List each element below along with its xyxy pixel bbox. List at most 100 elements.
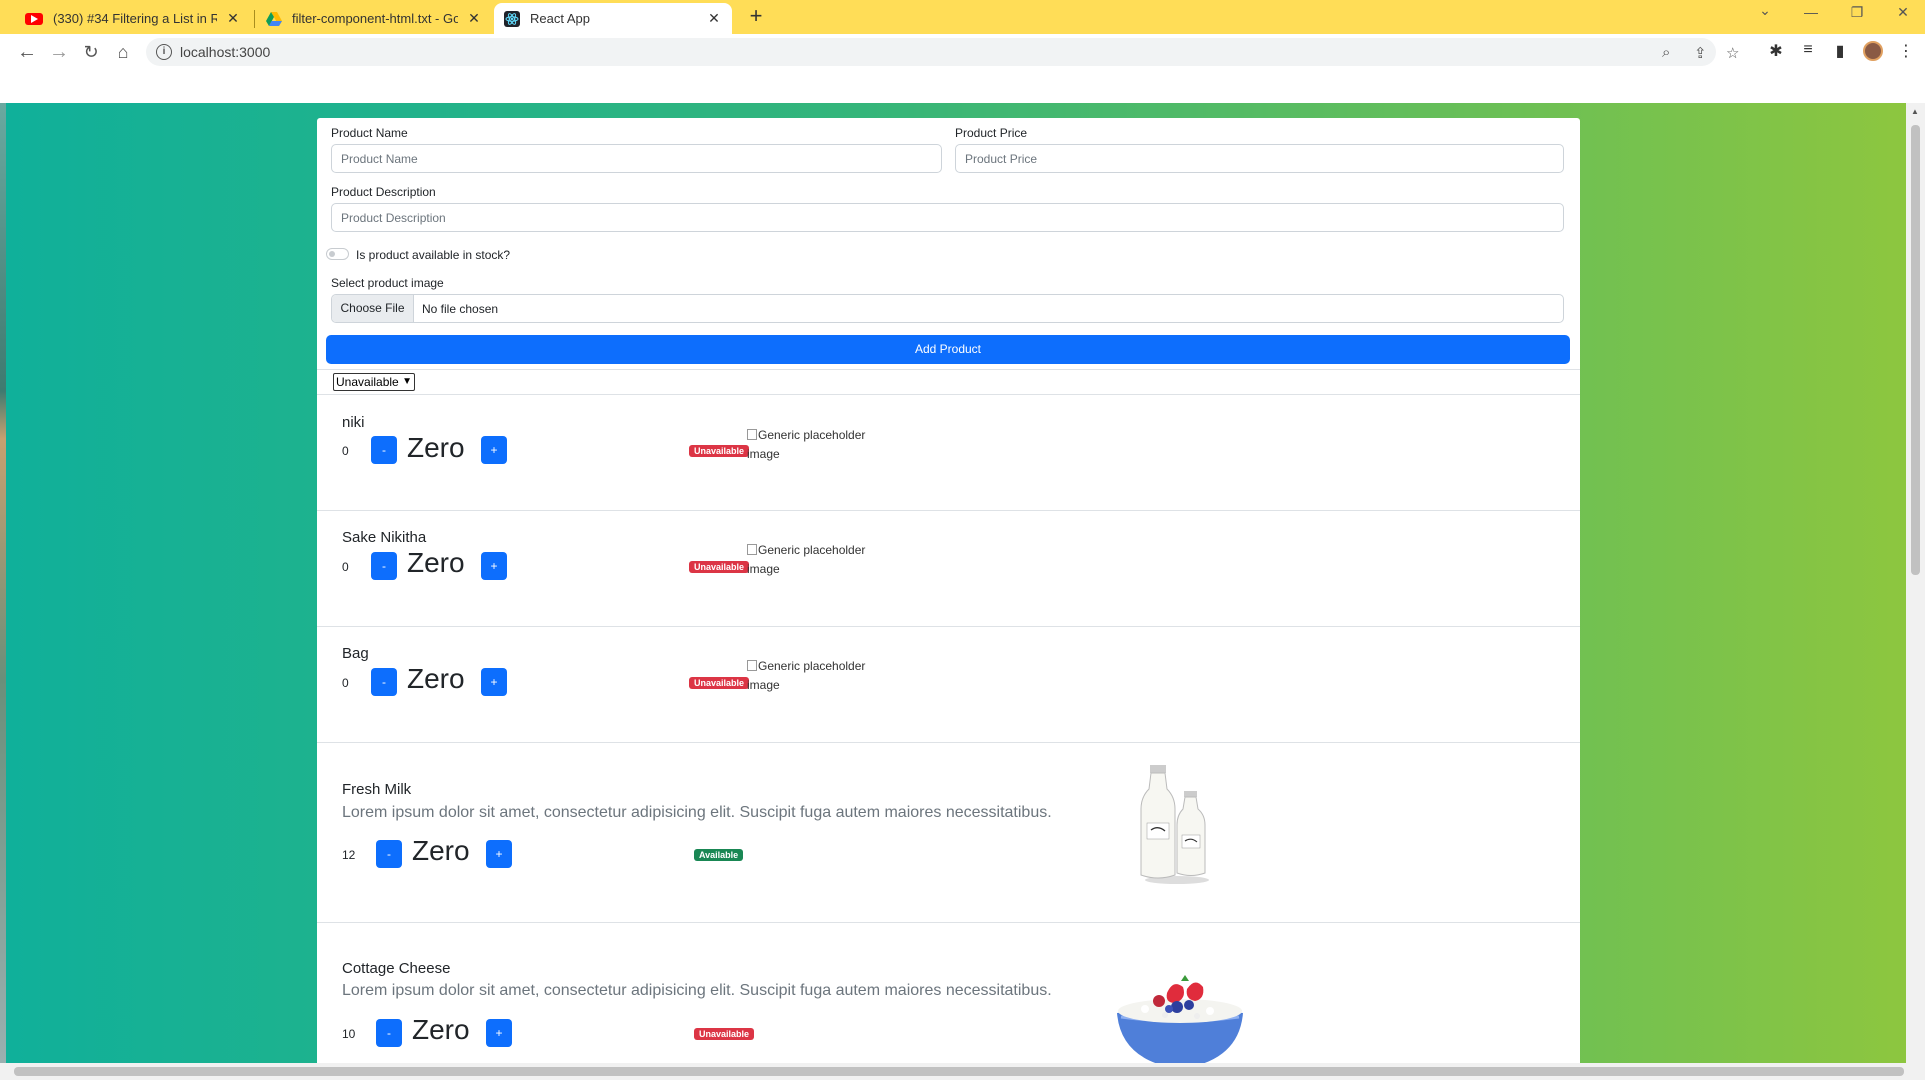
status-badge: Unavailable [694,1028,755,1040]
decrement-button[interactable]: - [376,1019,402,1047]
cottage-cheese-bowl-image [1117,975,1243,1068]
broken-image-icon [747,660,757,671]
restore-button[interactable]: ❐ [1834,4,1880,21]
browser-tab-drive[interactable]: filter-component-html.txt - Goo ✕ [256,3,492,34]
filter-selected-value: Unavailable [336,375,399,389]
product-name: Cottage Cheese [342,960,451,977]
horizontal-scroll-thumb[interactable] [14,1067,1904,1076]
product-image-file-input[interactable]: Choose File No file chosen [331,294,1564,323]
decrement-button[interactable]: - [371,668,397,696]
increment-button[interactable]: + [481,552,507,580]
product-list-item: Fresh Milk Lorem ipsum dolor sit amet, c… [317,743,1580,922]
tab-search-icon[interactable]: ⌄ [1742,2,1788,19]
product-image-placeholder: Generic placeholder image [747,657,867,695]
product-image-placeholder: Generic placeholder image [747,541,867,579]
tab-divider [254,10,255,28]
product-description-placeholder: Product Description [341,211,446,225]
browser-tab-youtube[interactable]: (330) #34 Filtering a List in React | ✕ [15,3,251,34]
decrement-button[interactable]: - [371,436,397,464]
decrement-button[interactable]: - [371,552,397,580]
extensions-icon[interactable]: ✱ [1765,41,1787,61]
product-list-item: Cottage Cheese Lorem ipsum dolor sit ame… [317,923,1580,1068]
reload-button[interactable]: ↻ [79,40,103,64]
product-name: Fresh Milk [342,781,412,798]
count-text: Zero [412,835,470,866]
zoom-icon[interactable]: ⌕ [1662,44,1670,61]
image-alt-text: Generic placeholder image [747,543,866,576]
side-panel-icon[interactable]: ▮ [1829,41,1851,61]
image-alt-text: Generic placeholder image [747,428,866,461]
broken-image-icon [747,429,757,440]
media-control-icon[interactable]: ≡ [1797,41,1819,59]
chevron-down-icon: ▼ [402,376,412,387]
product-name: niki [342,414,365,431]
milk-bottles-image [1140,765,1209,884]
close-tab-icon[interactable]: ✕ [466,10,482,27]
product-price-label: Product Price [955,126,1028,140]
vertical-scrollbar[interactable]: ▲ [1906,103,1925,1063]
product-description: Lorem ipsum dolor sit amet, consectetur … [342,982,1052,999]
status-badge: Unavailable [689,445,750,457]
status-badge: Unavailable [689,677,750,689]
product-card: Product Name Product Name Product Price … [317,118,1580,1068]
product-name-input[interactable]: Product Name [331,144,942,173]
product-name-label: Product Name [331,126,408,140]
add-product-button[interactable]: Add Product [326,335,1570,364]
new-tab-button[interactable]: + [745,5,767,28]
product-quantity: 0 [342,676,349,690]
product-name: Sake Nikitha [342,529,427,546]
share-icon[interactable]: ⇪ [1694,44,1707,62]
home-icon[interactable]: ⌂ [111,40,135,64]
product-description-label: Product Description [331,185,436,199]
choose-file-button[interactable]: Choose File [332,295,414,322]
tab-label: (330) #34 Filtering a List in React | [53,11,217,26]
browser-tab-bar: (330) #34 Filtering a List in React | ✕ … [0,0,1925,34]
scroll-up-icon[interactable]: ▲ [1911,107,1919,116]
product-price-input[interactable]: Product Price [955,144,1564,173]
close-window-button[interactable]: ✕ [1880,4,1925,21]
product-name-placeholder: Product Name [341,152,418,166]
site-info-icon[interactable]: i [156,44,172,60]
product-quantity: 0 [342,444,349,458]
increment-button[interactable]: + [481,436,507,464]
switch-knob [329,251,335,257]
tab-label: filter-component-html.txt - Goo [292,11,458,26]
product-quantity: 12 [342,848,356,862]
broken-image-icon [747,544,757,555]
product-name: Bag [342,645,369,662]
product-price-placeholder: Product Price [965,152,1038,166]
menu-kebab-icon[interactable]: ⋮ [1895,41,1917,61]
horizontal-scrollbar[interactable] [0,1063,1925,1080]
stock-toggle-switch[interactable] [326,248,349,260]
bookmark-star-icon[interactable]: ☆ [1726,44,1739,62]
youtube-icon [25,12,43,25]
product-image-label: Select product image [331,276,444,290]
google-drive-icon [266,11,282,27]
profile-avatar[interactable] [1863,41,1883,61]
count-text: Zero [407,547,465,578]
vertical-scroll-thumb[interactable] [1911,125,1920,575]
browser-tab-react-app[interactable]: React App ✕ [494,3,732,34]
product-list-item: Sake Nikitha 0 - Zero + Unavailable Gene… [317,511,1580,626]
tab-label: React App [530,11,590,26]
increment-button[interactable]: + [486,1019,512,1047]
increment-button[interactable]: + [481,668,507,696]
product-description-input[interactable]: Product Description [331,203,1564,232]
address-bar[interactable]: i localhost:3000 ⌕ ⇪ ☆ [146,38,1739,66]
browser-toolbar: ← → ↻ ⌂ i localhost:3000 ⌕ ⇪ ☆ ✱ ≡ ▮ ⋮ [0,34,1925,70]
increment-button[interactable]: + [486,840,512,868]
product-list-item: niki 0 - Zero + Unavailable Generic plac… [317,395,1580,510]
forward-button[interactable]: → [47,40,71,64]
url-text: localhost:3000 [180,44,271,60]
file-status-text: No file chosen [422,302,499,316]
decrement-button[interactable]: - [376,840,402,868]
availability-filter-select[interactable]: Unavailable ▼ [333,373,415,391]
close-tab-icon[interactable]: ✕ [225,10,241,27]
product-description: Lorem ipsum dolor sit amet, consectetur … [342,804,1052,821]
close-tab-icon[interactable]: ✕ [706,10,722,27]
count-text: Zero [412,1014,470,1045]
back-button[interactable]: ← [15,40,39,64]
product-list-item: Bag 0 - Zero + Unavailable Generic place… [317,627,1580,742]
minimize-button[interactable]: — [1788,4,1834,20]
count-text: Zero [407,663,465,694]
